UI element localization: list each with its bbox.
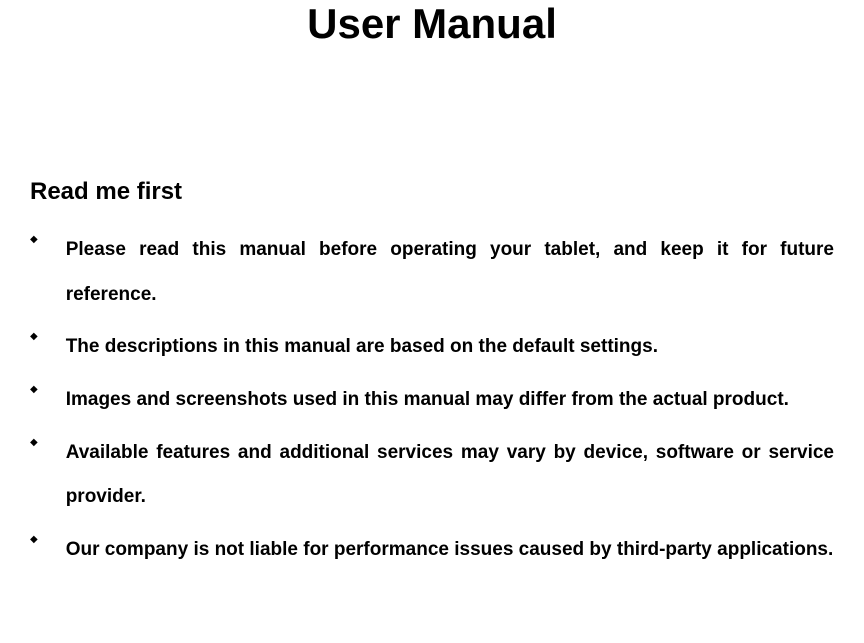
bullet-text: Images and screenshots used in this manu…: [66, 378, 834, 423]
list-item: ◆ Our company is not liable for performa…: [30, 528, 834, 573]
diamond-bullet-icon: ◆: [30, 384, 38, 395]
diamond-bullet-icon: ◆: [30, 331, 38, 342]
diamond-bullet-icon: ◆: [30, 437, 38, 448]
bullet-text: The descriptions in this manual are base…: [66, 325, 834, 370]
bullet-text: Our company is not liable for performanc…: [66, 528, 834, 573]
page-title: User Manual: [30, 0, 834, 48]
list-item: ◆ The descriptions in this manual are ba…: [30, 325, 834, 370]
bullet-list: ◆ Please read this manual before operati…: [30, 228, 834, 572]
diamond-bullet-icon: ◆: [30, 534, 38, 545]
bullet-text: Please read this manual before operating…: [66, 228, 834, 317]
list-item: ◆ Please read this manual before operati…: [30, 228, 834, 317]
section-heading: Read me first: [30, 178, 834, 206]
bullet-text: Available features and additional servic…: [66, 431, 834, 520]
list-item: ◆ Images and screenshots used in this ma…: [30, 378, 834, 423]
diamond-bullet-icon: ◆: [30, 234, 38, 245]
list-item: ◆ Available features and additional serv…: [30, 431, 834, 520]
